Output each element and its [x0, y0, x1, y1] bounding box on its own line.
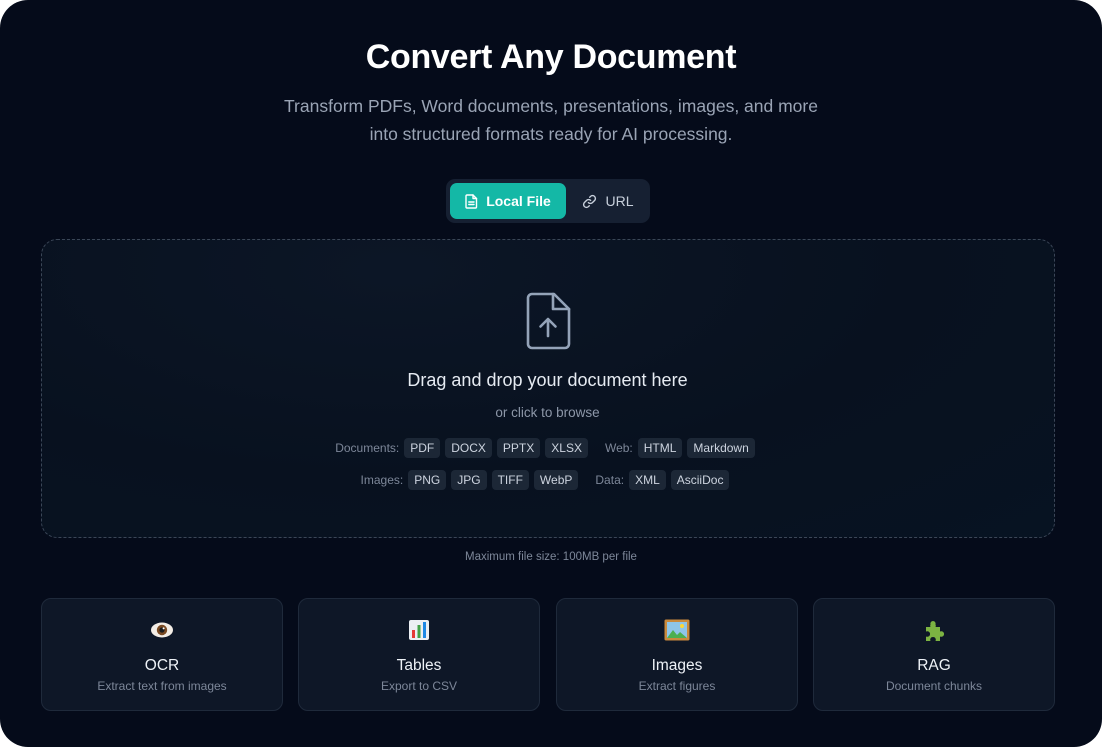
- eye-icon: [151, 622, 173, 638]
- framed-picture-icon: [664, 619, 690, 641]
- format-chip: XLSX: [545, 438, 588, 458]
- file-upload-icon: [526, 292, 571, 350]
- app-window: Convert Any Document Transform PDFs, Wor…: [0, 0, 1102, 747]
- tab-local-file-label: Local File: [486, 193, 551, 209]
- format-group-label: Web:: [604, 441, 633, 455]
- feature-card-images[interactable]: Images Extract figures: [556, 598, 798, 711]
- tab-url-label: URL: [605, 193, 634, 209]
- format-chip: XML: [629, 470, 666, 490]
- format-chip: TIFF: [491, 470, 529, 490]
- format-chip: WebP: [533, 470, 579, 490]
- format-group-data: Data: XML AsciiDoc: [595, 470, 734, 490]
- dropzone-browse-link[interactable]: or click to browse: [42, 405, 1053, 420]
- format-chip: PPTX: [496, 438, 541, 458]
- feature-title: OCR: [144, 657, 180, 674]
- format-group-documents: Documents: PDF DOCX PPTX XLSX: [335, 438, 593, 458]
- format-group-label: Data:: [595, 473, 625, 487]
- format-chip: JPG: [451, 470, 487, 490]
- max-file-size-note: Maximum file size: 100MB per file: [465, 551, 637, 563]
- format-group-images: Images: PNG JPG TIFF WebP: [361, 470, 584, 490]
- tab-url[interactable]: URL: [570, 183, 646, 219]
- page-subtitle: Transform PDFs, Word documents, presenta…: [0, 92, 1102, 148]
- feature-title: Images: [651, 657, 703, 674]
- dropzone-title: Drag and drop your document here: [407, 370, 688, 390]
- subtitle-line-1: Transform PDFs, Word documents, presenta…: [284, 96, 818, 116]
- page-title: Convert Any Document: [365, 38, 737, 76]
- feature-description: Extract text from images: [97, 679, 227, 693]
- feature-description: Export to CSV: [380, 679, 458, 693]
- tab-local-file[interactable]: Local File: [450, 183, 566, 219]
- feature-title: RAG: [917, 657, 951, 674]
- format-row: Documents: PDF DOCX PPTX XLSX Web: HTML …: [42, 438, 1053, 458]
- format-row: Images: PNG JPG TIFF WebP Data: XML Asci…: [42, 470, 1053, 490]
- source-tabs: Local File URL: [446, 179, 650, 223]
- format-group-label: Images:: [360, 473, 404, 487]
- file-icon: [465, 193, 478, 209]
- puzzle-piece-icon: [926, 621, 945, 641]
- format-group-label: Documents:: [335, 441, 400, 455]
- format-chip: DOCX: [445, 438, 492, 458]
- bar-chart-icon: [409, 620, 429, 640]
- format-chip: AsciiDoc: [670, 470, 730, 490]
- feature-card-ocr[interactable]: OCR Extract text from images: [41, 598, 283, 711]
- feature-card-tables[interactable]: Tables Export to CSV: [298, 598, 540, 711]
- format-chip: Markdown: [687, 438, 755, 458]
- format-chip: PNG: [408, 470, 447, 490]
- feature-title: Tables: [396, 657, 442, 674]
- link-icon: [583, 194, 597, 208]
- feature-description: Document chunks: [885, 679, 983, 693]
- format-chip: HTML: [637, 438, 683, 458]
- feature-description: Extract figures: [638, 679, 716, 693]
- format-group-web: Web: HTML Markdown: [605, 438, 760, 458]
- subtitle-line-2: into structured formats ready for AI pro…: [369, 124, 733, 144]
- format-chip: PDF: [404, 438, 441, 458]
- file-dropzone[interactable]: Drag and drop your document here or clic…: [41, 239, 1055, 538]
- feature-card-rag[interactable]: RAG Document chunks: [813, 598, 1055, 711]
